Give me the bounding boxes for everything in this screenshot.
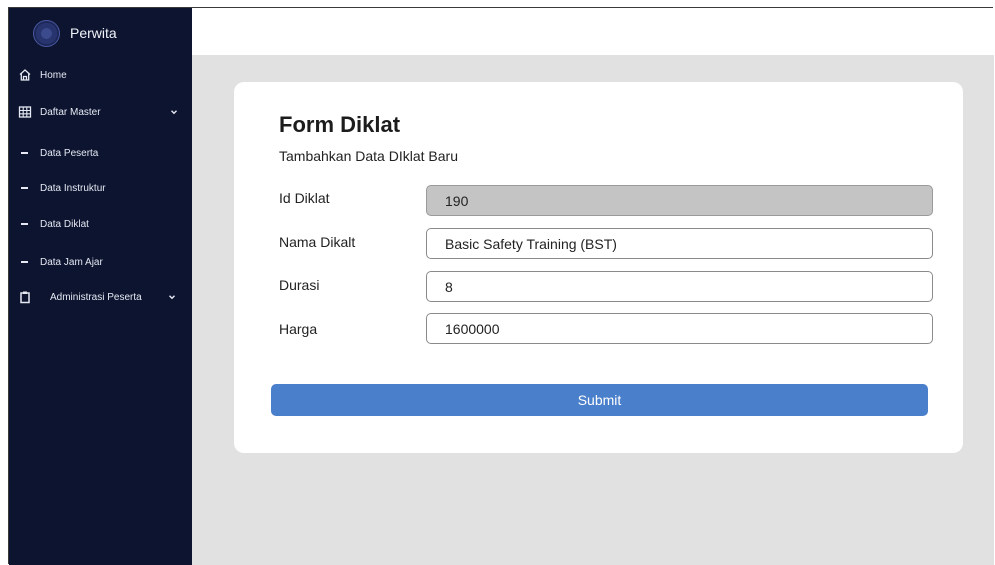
nama-diklat-label: Nama Dikalt: [279, 234, 356, 250]
form-card: Form Diklat Tambahkan Data DIklat Baru I…: [234, 82, 963, 453]
submit-button[interactable]: Submit: [271, 384, 928, 416]
chevron-down-icon: [169, 107, 179, 117]
brand[interactable]: Perwita: [33, 16, 117, 50]
form-subtitle: Tambahkan Data DIklat Baru: [279, 148, 458, 164]
durasi-label: Durasi: [279, 277, 320, 293]
grid-icon: [18, 105, 32, 119]
sidebar-item-label: Data Diklat: [40, 218, 89, 230]
id-diklat-label: Id Diklat: [279, 190, 330, 206]
sidebar-item-administrasi-peserta[interactable]: Administrasi Peserta: [9, 286, 192, 308]
sidebar-item-data-peserta[interactable]: Data Peserta: [9, 142, 192, 164]
sidebar-item-label: Home: [40, 69, 67, 81]
sidebar: Perwita Home Daftar Master Data Peserta: [9, 8, 192, 565]
sidebar-item-daftar-master[interactable]: Daftar Master: [9, 101, 192, 123]
home-icon: [18, 68, 32, 82]
chevron-down-icon: [167, 292, 177, 302]
harga-field[interactable]: [426, 313, 933, 344]
sidebar-item-data-jam-ajar[interactable]: Data Jam Ajar: [9, 251, 192, 273]
nama-diklat-field[interactable]: [426, 228, 933, 259]
harga-label: Harga: [279, 321, 318, 337]
form-title: Form Diklat: [279, 112, 401, 137]
durasi-field[interactable]: [426, 271, 933, 302]
brand-name: Perwita: [70, 25, 117, 41]
id-diklat-field[interactable]: [426, 185, 933, 216]
dash-icon: [21, 152, 28, 154]
dash-icon: [21, 261, 28, 263]
app-window: Perwita Home Daftar Master Data Peserta: [8, 7, 994, 565]
sidebar-item-label: Data Peserta: [40, 147, 99, 159]
sidebar-item-home[interactable]: Home: [9, 64, 192, 86]
sidebar-item-label: Daftar Master: [40, 106, 101, 118]
dash-icon: [21, 223, 28, 225]
sidebar-item-data-diklat[interactable]: Data Diklat: [9, 213, 192, 235]
top-bar: [192, 8, 994, 55]
dash-icon: [21, 187, 28, 189]
logo-icon: [33, 19, 60, 47]
main-content: Form Diklat Tambahkan Data DIklat Baru I…: [192, 55, 994, 565]
sidebar-item-label: Data Instruktur: [40, 182, 106, 194]
clipboard-icon: [18, 290, 32, 304]
sidebar-item-label: Administrasi Peserta: [50, 291, 142, 303]
sidebar-item-label: Data Jam Ajar: [40, 256, 103, 268]
sidebar-item-data-instruktur[interactable]: Data Instruktur: [9, 177, 192, 199]
